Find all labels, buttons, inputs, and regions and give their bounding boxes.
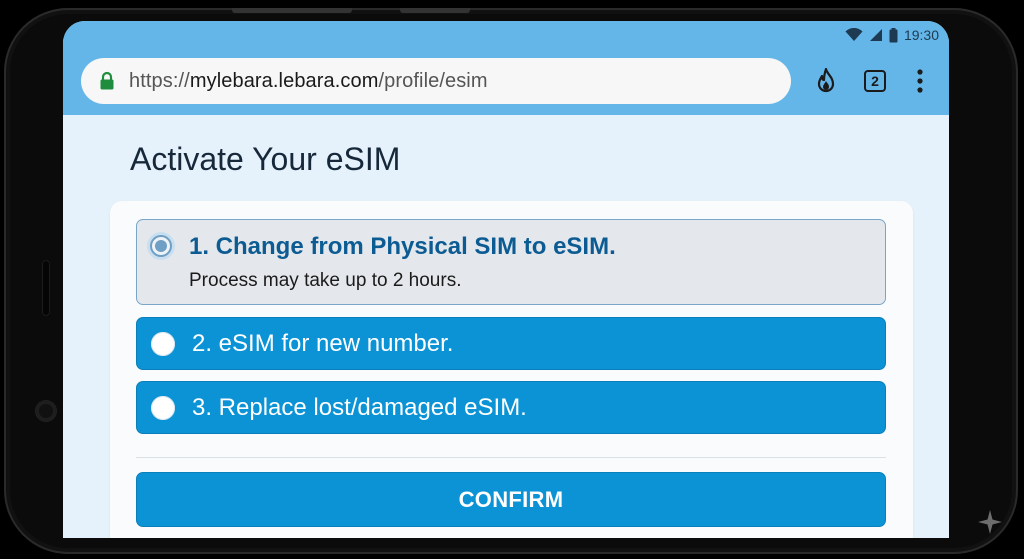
- confirm-button[interactable]: CONFIRM: [136, 472, 886, 527]
- browser-toolbar: 19:30 https://mylebara.lebara.com/profil…: [63, 21, 949, 115]
- option-label: 1. Change from Physical SIM to eSIM.: [189, 233, 616, 260]
- sparkle-icon: [978, 510, 1002, 534]
- phone-screen: 19:30 https://mylebara.lebara.com/profil…: [63, 21, 949, 538]
- url-path: /profile/esim: [378, 69, 488, 92]
- signal-icon: [869, 29, 882, 41]
- tabs-button[interactable]: 2: [862, 67, 888, 95]
- address-bar[interactable]: https://mylebara.lebara.com/profile/esim: [81, 58, 791, 104]
- flame-icon[interactable]: [813, 67, 839, 95]
- phone-top-button: [400, 8, 470, 13]
- option-label: 2. eSIM for new number.: [192, 329, 454, 357]
- phone-top-button: [232, 8, 352, 13]
- status-bar: 19:30: [845, 25, 939, 45]
- front-camera: [36, 401, 56, 421]
- divider: [136, 457, 886, 458]
- option-sublabel: Process may take up to 2 hours.: [189, 270, 462, 291]
- url-scheme: https://: [129, 69, 190, 92]
- esim-options-card: 1. Change from Physical SIM to eSIM. Pro…: [110, 201, 913, 538]
- battery-icon: [889, 27, 898, 42]
- page-title: Activate Your eSIM: [130, 141, 401, 177]
- option-physical-to-esim[interactable]: 1. Change from Physical SIM to eSIM. Pro…: [136, 219, 886, 305]
- lock-icon: [100, 71, 114, 90]
- status-time: 19:30: [903, 27, 939, 43]
- option-label: 3. Replace lost/damaged eSIM.: [192, 393, 527, 421]
- wifi-icon: [845, 28, 863, 41]
- tabs-icon: 2: [864, 70, 886, 92]
- option-new-number[interactable]: 2. eSIM for new number.: [136, 317, 886, 370]
- radio-empty-icon[interactable]: [151, 395, 175, 420]
- more-vert-icon[interactable]: [912, 67, 928, 95]
- url-host: mylebara.lebara.com: [189, 69, 379, 92]
- radio-selected-icon[interactable]: [147, 232, 175, 260]
- phone-speaker: [42, 260, 50, 316]
- radio-empty-icon[interactable]: [151, 331, 175, 356]
- option-replace-esim[interactable]: 3. Replace lost/damaged eSIM.: [136, 381, 886, 434]
- url-text[interactable]: https://mylebara.lebara.com/profile/esim: [129, 70, 488, 93]
